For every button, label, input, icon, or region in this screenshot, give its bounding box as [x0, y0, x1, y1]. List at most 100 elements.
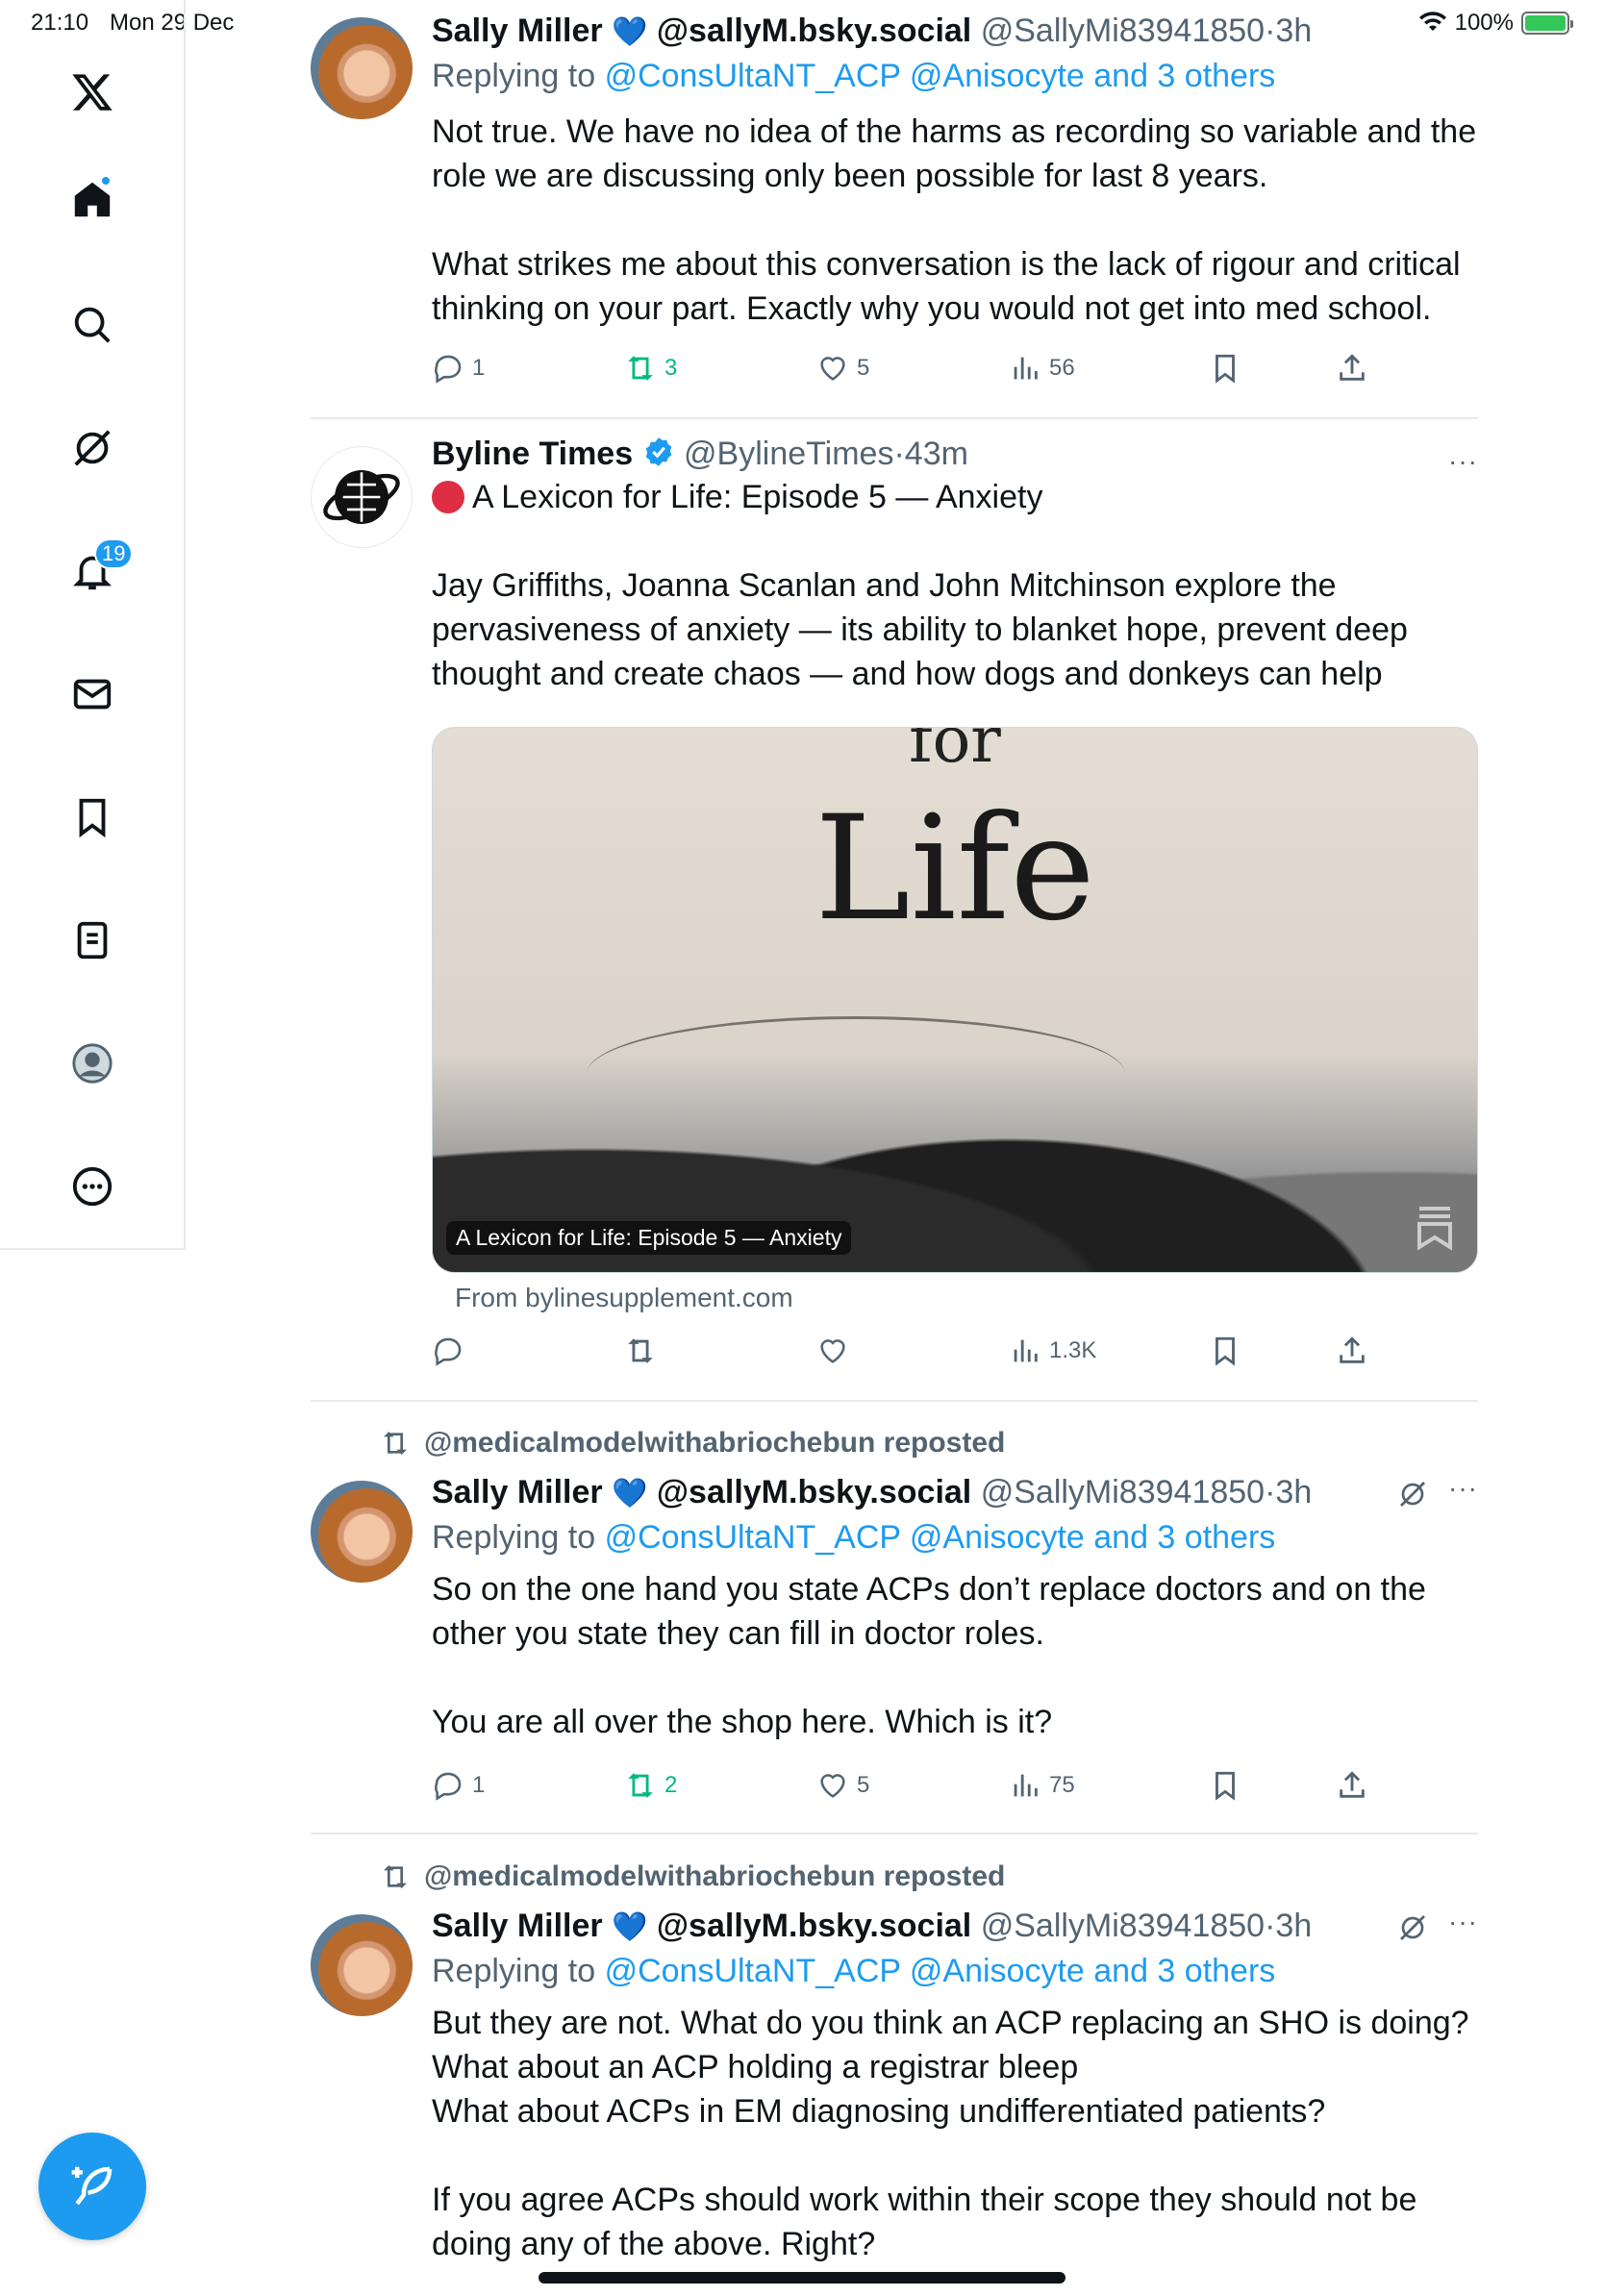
reposted-by[interactable]: @medicalmodelwithabriochebun reposted: [380, 1860, 1005, 1893]
grok-icon: [74, 430, 111, 466]
author-name[interactable]: Sally Miller: [432, 12, 603, 49]
sidebar-item-notifications[interactable]: 19: [58, 537, 134, 606]
card-source-domain[interactable]: From bylinesupplement.com: [455, 1283, 793, 1313]
tweet-time[interactable]: 3h: [1275, 1908, 1312, 1944]
sidebar: 19: [0, 0, 186, 1250]
headline-text: A Lexicon for Life: Episode 5 — Anxiety: [472, 479, 1043, 515]
share-icon: [1340, 354, 1365, 381]
replying-to-label: Replying to: [432, 1953, 596, 1989]
notifications-badge: 19: [94, 538, 134, 569]
views-chart-icon: [1014, 1774, 1038, 1797]
author-bsky-handle: @sallyM.bsky.social: [656, 12, 972, 49]
more-circle-icon: [72, 1166, 113, 1207]
author-handle[interactable]: @SallyMi83941850: [981, 1474, 1265, 1510]
views-count: 56: [1049, 355, 1075, 381]
reply-icon: [435, 1337, 462, 1366]
mail-icon: [73, 679, 112, 710]
sidebar-item-grok[interactable]: [58, 413, 127, 483]
reposted-by[interactable]: @medicalmodelwithabriochebun reposted: [380, 1427, 1005, 1460]
sidebar-item-more[interactable]: [58, 1152, 127, 1221]
tweet-text: So on the one hand you state ACPs don’t …: [432, 1571, 1426, 1740]
author-name[interactable]: Byline Times: [432, 436, 633, 472]
author-name[interactable]: Sally Miller: [432, 1474, 603, 1510]
views-button[interactable]: 56: [1009, 352, 1075, 385]
link-card[interactable]: for Life A Lexicon for Life: Episode 5 —…: [432, 727, 1478, 1273]
tweet-header: Sally Miller 💙 @sallyM.bsky.social @Sall…: [432, 12, 1313, 49]
more-options-button[interactable]: ···: [1448, 446, 1478, 477]
sidebar-item-profile[interactable]: [58, 1029, 127, 1098]
reply-button[interactable]: 1: [432, 1769, 485, 1802]
author-bsky-handle: @sallyM.bsky.social: [656, 1908, 972, 1944]
reply-users-link[interactable]: @ConsUltaNT_ACP @Anisocyte and 3 others: [605, 58, 1276, 94]
repost-icon: [628, 1338, 653, 1363]
reply-count: 1: [472, 355, 486, 381]
avatar[interactable]: [311, 1914, 413, 2016]
author-handle[interactable]: @BylineTimes: [684, 436, 893, 472]
avatar[interactable]: [311, 17, 413, 119]
repost-count: 3: [664, 355, 678, 381]
views-chart-icon: [1014, 1339, 1038, 1362]
search-icon: [74, 307, 111, 343]
compose-feather-icon: [71, 2166, 113, 2206]
repost-button[interactable]: 3: [624, 352, 677, 385]
author-handle[interactable]: @SallyMi83941850: [981, 1908, 1265, 1944]
tweet-header: Byline Times @BylineTimes·43m: [432, 436, 968, 472]
grok-icon: [1400, 1915, 1425, 1940]
views-button[interactable]: 75: [1009, 1769, 1075, 1802]
repost-button[interactable]: 2: [624, 1769, 677, 1802]
tweet-time[interactable]: 3h: [1275, 12, 1312, 49]
share-button[interactable]: [1336, 1769, 1368, 1802]
sidebar-item-home[interactable]: [58, 165, 127, 235]
replying-to: Replying to @ConsUltaNT_ACP @Anisocyte a…: [432, 1515, 1478, 1560]
share-icon: [1340, 1771, 1365, 1798]
replying-to: Replying to @ConsUltaNT_ACP @Anisocyte a…: [432, 1949, 1478, 1993]
bookmark-button[interactable]: [1209, 352, 1241, 385]
tweet-text: But they are not. What do you think an A…: [432, 2005, 1469, 2262]
author-bsky-handle: @sallyM.bsky.social: [656, 1474, 972, 1510]
compose-post-button[interactable]: [38, 2133, 146, 2240]
like-button[interactable]: 5: [816, 1769, 869, 1802]
grok-button[interactable]: [1397, 1479, 1428, 1514]
bookmark-button[interactable]: [1209, 1335, 1241, 1367]
reposted-by-text: @medicalmodelwithabriochebun reposted: [424, 1427, 1006, 1459]
author-handle[interactable]: @SallyMi83941850: [981, 12, 1265, 49]
share-button[interactable]: [1336, 352, 1368, 385]
replying-to-label: Replying to: [432, 58, 596, 94]
reply-users-link[interactable]: @ConsUltaNT_ACP @Anisocyte and 3 others: [605, 1519, 1276, 1556]
more-options-button[interactable]: ···: [1448, 1907, 1478, 1937]
byline-globe-logo-icon: [323, 470, 400, 524]
share-button[interactable]: [1336, 1335, 1368, 1367]
replying-to: Replying to @ConsUltaNT_ACP @Anisocyte a…: [432, 54, 1478, 98]
reply-button[interactable]: [432, 1335, 464, 1367]
tweet-time[interactable]: 43m: [905, 436, 968, 472]
views-button[interactable]: 1.3K: [1009, 1335, 1096, 1367]
reply-users-link[interactable]: @ConsUltaNT_ACP @Anisocyte and 3 others: [605, 1953, 1276, 1989]
replying-to-label: Replying to: [432, 1519, 596, 1556]
bookmark-button[interactable]: [1209, 1769, 1241, 1802]
avatar[interactable]: [311, 1481, 413, 1583]
heart-icon: [820, 1339, 845, 1363]
profile-avatar-icon: [72, 1043, 113, 1084]
grok-button[interactable]: [1397, 1912, 1428, 1948]
home-indicator[interactable]: [539, 2272, 1065, 2284]
sidebar-item-search[interactable]: [58, 290, 127, 360]
reply-button[interactable]: 1: [432, 352, 485, 385]
reposted-by-text: @medicalmodelwithabriochebun reposted: [424, 1860, 1006, 1892]
tweet-headline: A Lexicon for Life: Episode 5 — Anxiety: [432, 475, 1478, 519]
sidebar-item-lists[interactable]: [58, 906, 127, 975]
like-button[interactable]: 5: [816, 352, 869, 385]
author-name[interactable]: Sally Miller: [432, 1908, 603, 1944]
like-button[interactable]: [816, 1335, 849, 1367]
avatar[interactable]: [311, 446, 413, 548]
tweet-time[interactable]: 3h: [1275, 1474, 1312, 1510]
repost-button[interactable]: [624, 1335, 657, 1367]
list-icon: [77, 921, 108, 960]
repost-count: 2: [664, 1772, 678, 1798]
blue-heart-icon: 💙: [612, 16, 648, 48]
sidebar-item-bookmarks[interactable]: [58, 783, 127, 852]
bookmark-icon: [79, 798, 106, 838]
more-options-button[interactable]: ···: [1448, 1473, 1478, 1504]
views-chart-icon: [1014, 357, 1038, 380]
sidebar-item-messages[interactable]: [58, 660, 127, 729]
x-logo-icon[interactable]: [58, 58, 127, 127]
